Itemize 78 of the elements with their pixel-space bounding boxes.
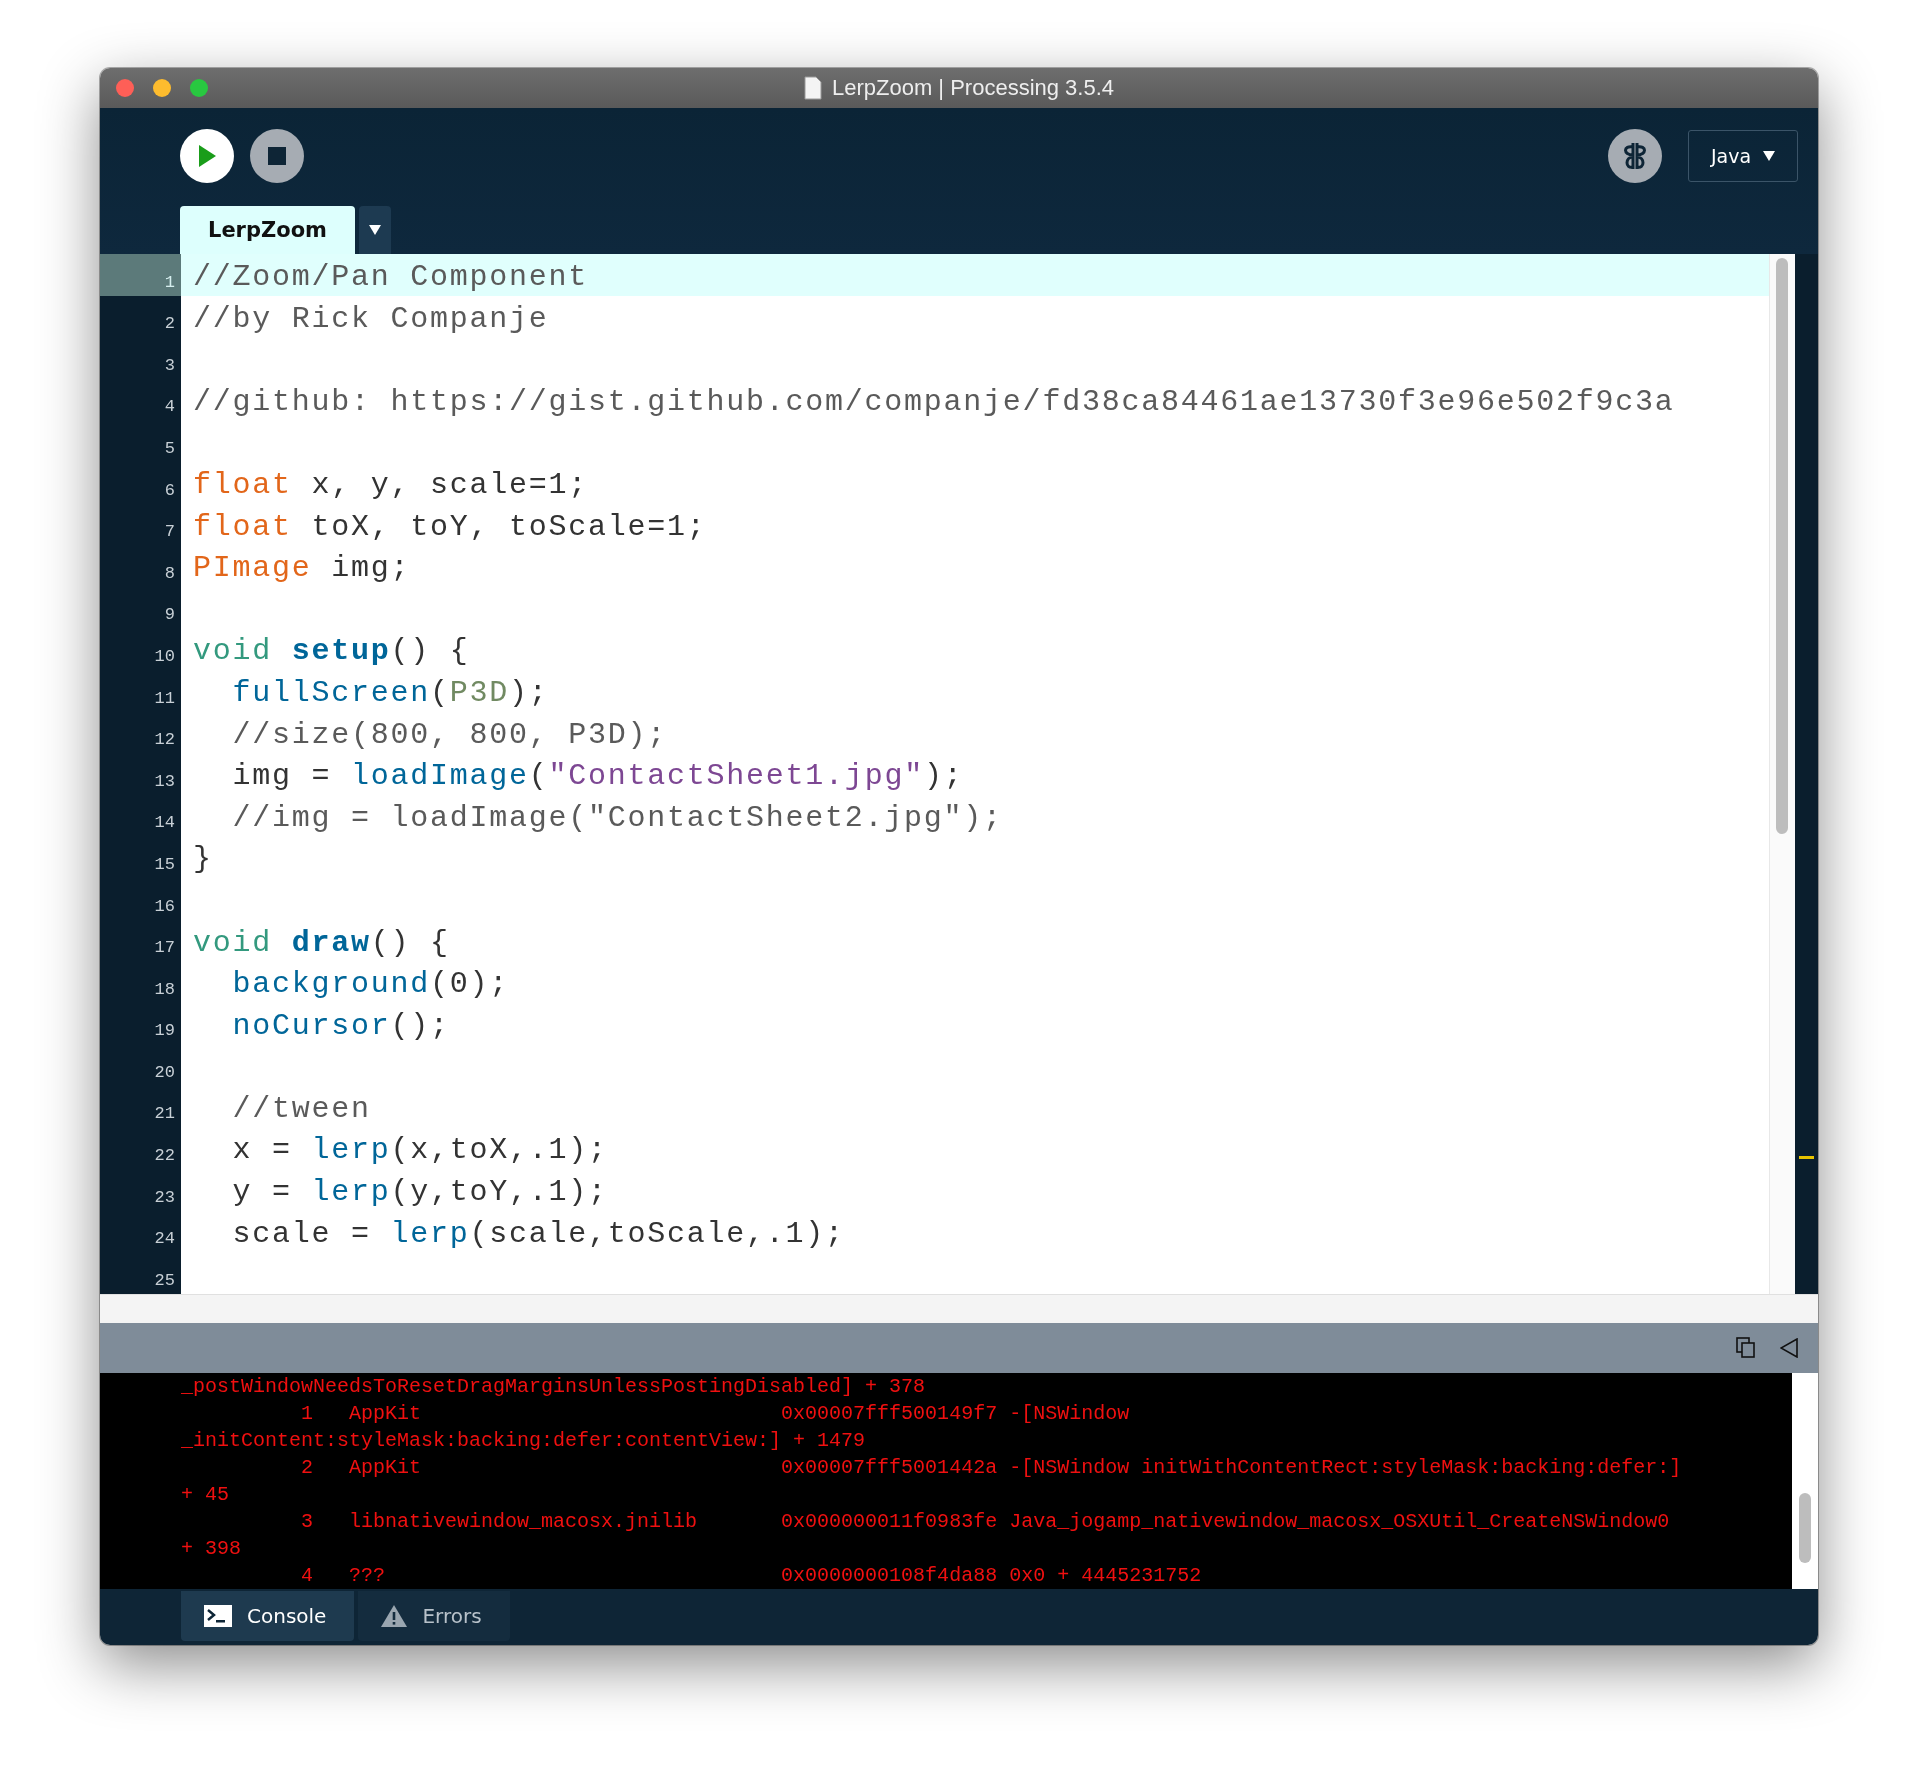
line-number: 25 <box>153 1269 176 1292</box>
code-line: //size(800, 800, P3D); <box>231 716 669 754</box>
stop-button[interactable] <box>250 129 304 183</box>
code-line: background(0); <box>231 966 511 1003</box>
window-title: LerpZoom | Processing 3.5.4 <box>831 75 1115 101</box>
copy-icon <box>1736 1337 1756 1359</box>
code-line: void setup() { <box>192 633 471 670</box>
code-line: noCursor(); <box>231 1007 451 1045</box>
caret-icon <box>369 225 381 235</box>
triangle-icon <box>1780 1338 1798 1358</box>
line-number: 7 <box>163 521 176 544</box>
close-icon[interactable] <box>116 79 134 97</box>
console-line: _initContent:styleMask:backing:defer:contentView:] + 1479 <box>181 1428 867 1454</box>
code-line: //img = loadImage("ContactSheet2.jpg"); <box>231 799 1004 837</box>
line-number: 6 <box>163 479 176 502</box>
code-line: float toX, toY, toScale=1; <box>192 508 708 546</box>
collapse-button[interactable] <box>1780 1338 1798 1358</box>
console-line: 4 ??? 0x0000000108f4da88 0x0 + 4445231752 <box>300 1563 1203 1589</box>
line-number: 16 <box>153 895 176 918</box>
console-line: 1 AppKit 0x00007fff500149f7 -[NSWindow <box>300 1401 1131 1427</box>
console-line: 2 AppKit 0x00007fff5001442a -[NSWindow initWithContentRect:styleMask:backing:defer:] <box>300 1455 1683 1481</box>
code-line: fullScreen(P3D); <box>231 674 550 712</box>
line-number: 15 <box>153 853 176 876</box>
code-line: y = lerp(y,toY,.1); <box>231 1174 609 1211</box>
sketch-tab[interactable]: LerpZoom <box>180 206 355 254</box>
console-line: 3 libnativewindow_macosx.jnilib 0x000000011f0983fe Java_jogamp_nativewindow_macosx_OSXUtil_CreateNSWindow0 <box>300 1509 1671 1535</box>
console-line: + 398 <box>181 1536 242 1562</box>
line-number: 3 <box>163 354 176 377</box>
caret-icon <box>1763 151 1776 161</box>
line-number: 10 <box>153 645 176 668</box>
line-number: 11 <box>153 687 176 710</box>
panel-tab[interactable]: Errors <box>358 1591 510 1641</box>
code-line: scale = lerp(scale,toScale,.1); <box>231 1215 846 1253</box>
line-number: 18 <box>153 978 176 1001</box>
code-line: PImage img; <box>192 550 412 587</box>
butterfly-icon <box>1621 141 1649 171</box>
line-number: 22 <box>153 1145 176 1168</box>
code-line: //github: https://gist.github.com/companje/fd38ca84461ae13730f3e96e502f9c3a <box>192 383 1676 421</box>
code-line: } <box>192 841 214 878</box>
code-line: img = loadImage("ContactSheet1.jpg"); <box>231 758 965 795</box>
line-number: 17 <box>153 937 176 960</box>
run-button[interactable] <box>180 129 234 183</box>
scrollbar-thumb[interactable] <box>1776 258 1788 834</box>
warning-icon <box>380 1604 409 1628</box>
code-line: //by Rick Companje <box>192 300 550 338</box>
line-number: 9 <box>163 604 176 627</box>
scrollbar-thumb[interactable] <box>1799 1493 1811 1563</box>
tab-menu-button[interactable] <box>359 206 391 254</box>
stop-icon <box>268 147 286 165</box>
minimize-icon[interactable] <box>153 79 171 97</box>
line-number: 8 <box>163 562 176 585</box>
line-number: 2 <box>163 313 176 336</box>
line-number: 23 <box>153 1186 176 1209</box>
console-line: _postWindowNeedsToResetDragMarginsUnlessPostingDisabled] + 378 <box>181 1374 927 1400</box>
document-icon <box>803 76 822 100</box>
code-line: x = lerp(x,toX,.1); <box>231 1132 609 1170</box>
code-line: void draw() { <box>192 924 451 962</box>
line-number: 24 <box>153 1228 176 1251</box>
mode-dropdown[interactable]: Java <box>1688 130 1798 182</box>
line-number: 19 <box>153 1020 176 1043</box>
line-number: 14 <box>153 812 176 835</box>
line-number: 12 <box>153 729 176 752</box>
line-number: 13 <box>153 770 176 793</box>
code-line: float x, y, scale=1; <box>192 466 590 504</box>
debug-button[interactable] <box>1608 129 1662 183</box>
line-number: 4 <box>163 396 176 419</box>
horizontal-scrollbar[interactable] <box>100 1294 1818 1323</box>
terminal-icon <box>203 1604 233 1628</box>
play-icon <box>197 144 217 168</box>
copy-button[interactable] <box>1736 1337 1756 1359</box>
line-number: 20 <box>153 1061 176 1084</box>
console-line: + 45 <box>181 1482 230 1508</box>
line-number: 21 <box>153 1103 176 1126</box>
code-line: //tween <box>231 1090 372 1128</box>
panel-tab[interactable]: Console <box>181 1591 355 1641</box>
line-number: 5 <box>163 437 176 460</box>
line-number: 1 <box>100 254 181 296</box>
maximize-icon[interactable] <box>190 79 208 97</box>
